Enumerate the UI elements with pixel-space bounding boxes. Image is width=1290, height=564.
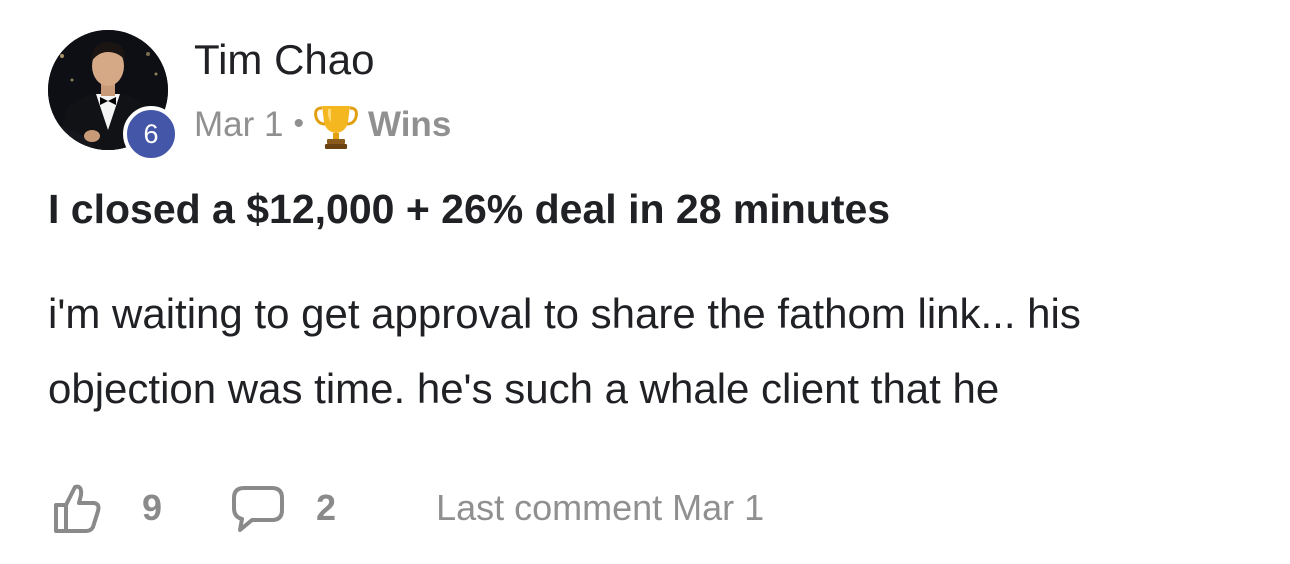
level-badge: 6 (123, 106, 179, 162)
category-label[interactable]: Wins (368, 105, 451, 145)
comment-button[interactable]: 2 (230, 482, 336, 534)
last-comment-label: Last comment Mar 1 (436, 487, 765, 528)
post-card[interactable]: 6 Tim Chao Mar 1 • Wins I closed a $12,0… (0, 0, 1290, 564)
post-title[interactable]: I closed a $12,000 + 26% deal in 28 minu… (48, 186, 890, 233)
comment-count: 2 (316, 487, 337, 528)
like-button[interactable]: 9 (48, 479, 162, 537)
like-count: 9 (142, 487, 163, 528)
post-meta: Mar 1 • Wins (194, 100, 451, 150)
post-body[interactable]: i'm waiting to get approval to share the… (48, 276, 1258, 426)
meta-separator: • (293, 107, 304, 140)
post-actions: 9 2 Last comment Mar 1 (48, 478, 764, 538)
post-date: Mar 1 (194, 105, 284, 144)
trophy-icon (314, 100, 358, 150)
author-name[interactable]: Tim Chao (194, 36, 375, 84)
thumbs-up-icon (48, 479, 106, 537)
comment-bubble-icon (230, 482, 286, 534)
